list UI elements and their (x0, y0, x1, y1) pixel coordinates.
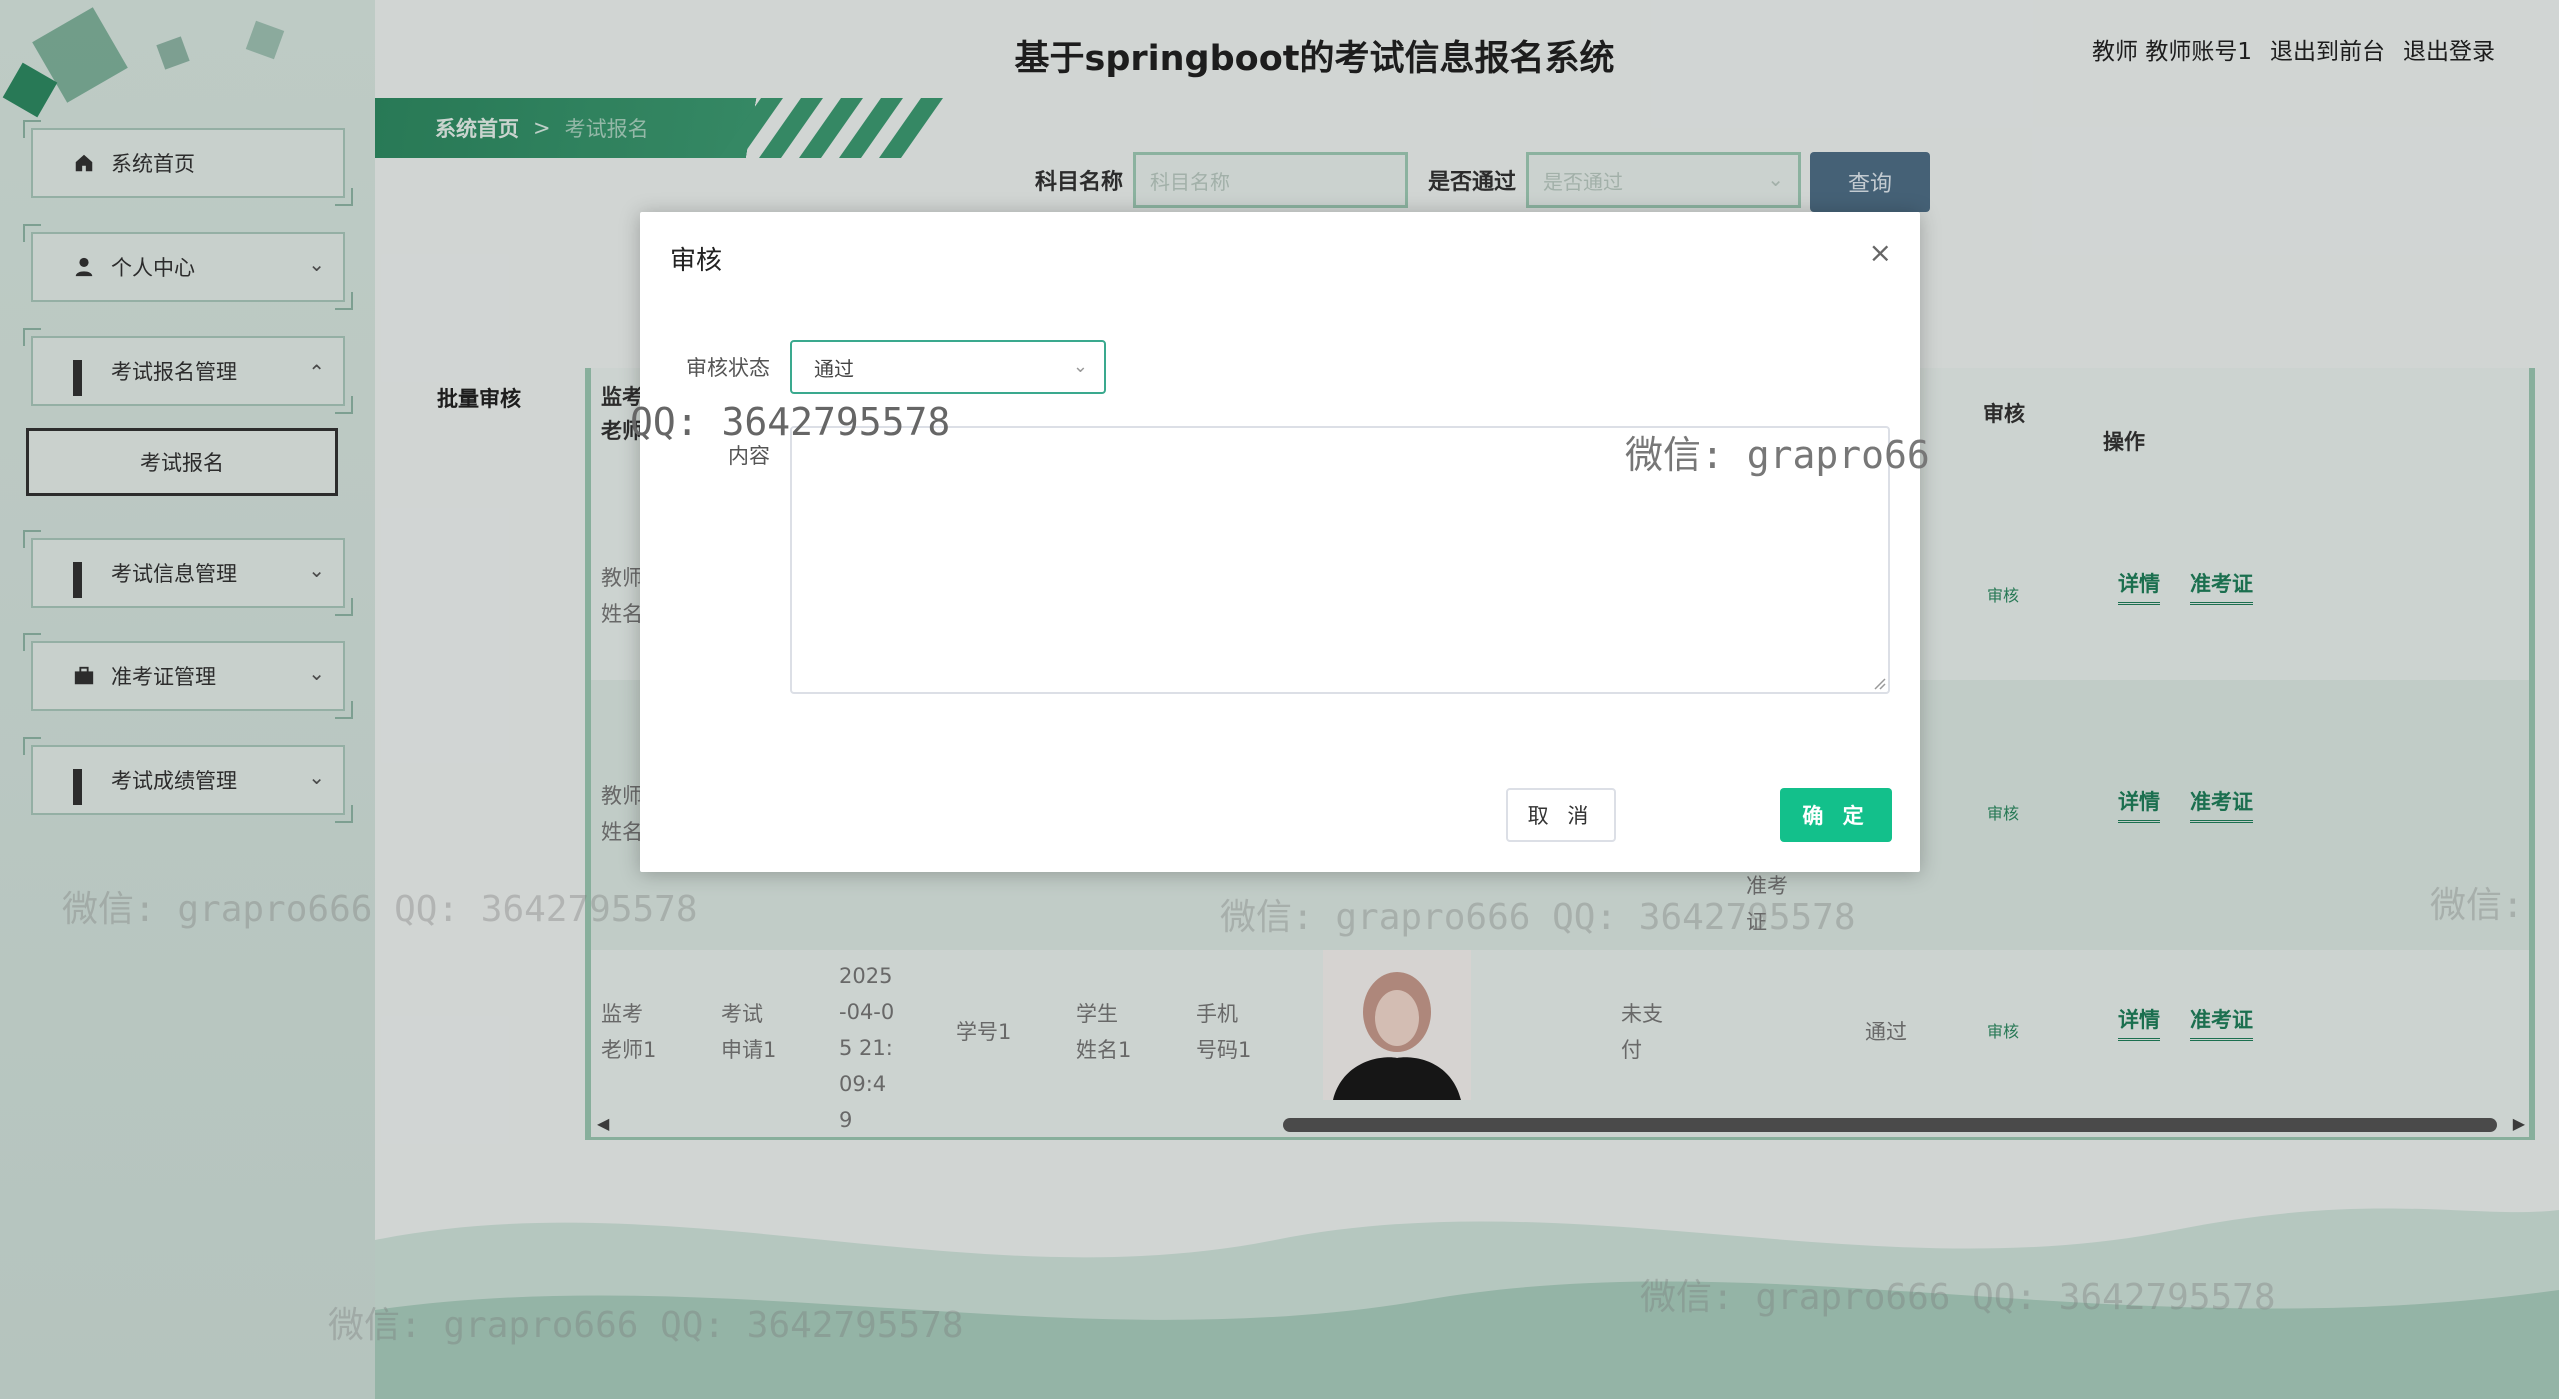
cancel-button[interactable]: 取 消 (1506, 788, 1616, 842)
watermark: 微信: (2430, 885, 2524, 926)
dialog-title: 审核 (670, 246, 723, 276)
watermark: 微信: grapro666 QQ: 3642795578 (328, 1305, 964, 1346)
status-select-value: 通过 (814, 356, 854, 381)
resize-handle-icon[interactable] (1874, 678, 1886, 690)
watermark: 微信: grapro666 QQ: 3642795578 (1220, 897, 1856, 938)
confirm-button[interactable]: 确 定 (1780, 788, 1892, 842)
watermark: 微信: grapro666 QQ: 3642795578 (62, 889, 698, 930)
chevron-down-icon: ⌄ (1072, 356, 1088, 377)
watermark: QQ: 3642795578 (630, 400, 951, 444)
status-select[interactable]: 通过 ⌄ (790, 340, 1106, 394)
watermark: 微信: grapro666 QQ: 3642795578 (1640, 1277, 2276, 1318)
close-icon[interactable]: × (1869, 236, 1892, 269)
status-label: 审核状态 (686, 356, 770, 380)
watermark: 微信: grapro66 (1625, 433, 1930, 477)
audit-dialog: 审核 × 审核状态 通过 ⌄ 内容 取 消 确 定 (640, 212, 1920, 872)
content-label: 内容 (728, 444, 770, 468)
